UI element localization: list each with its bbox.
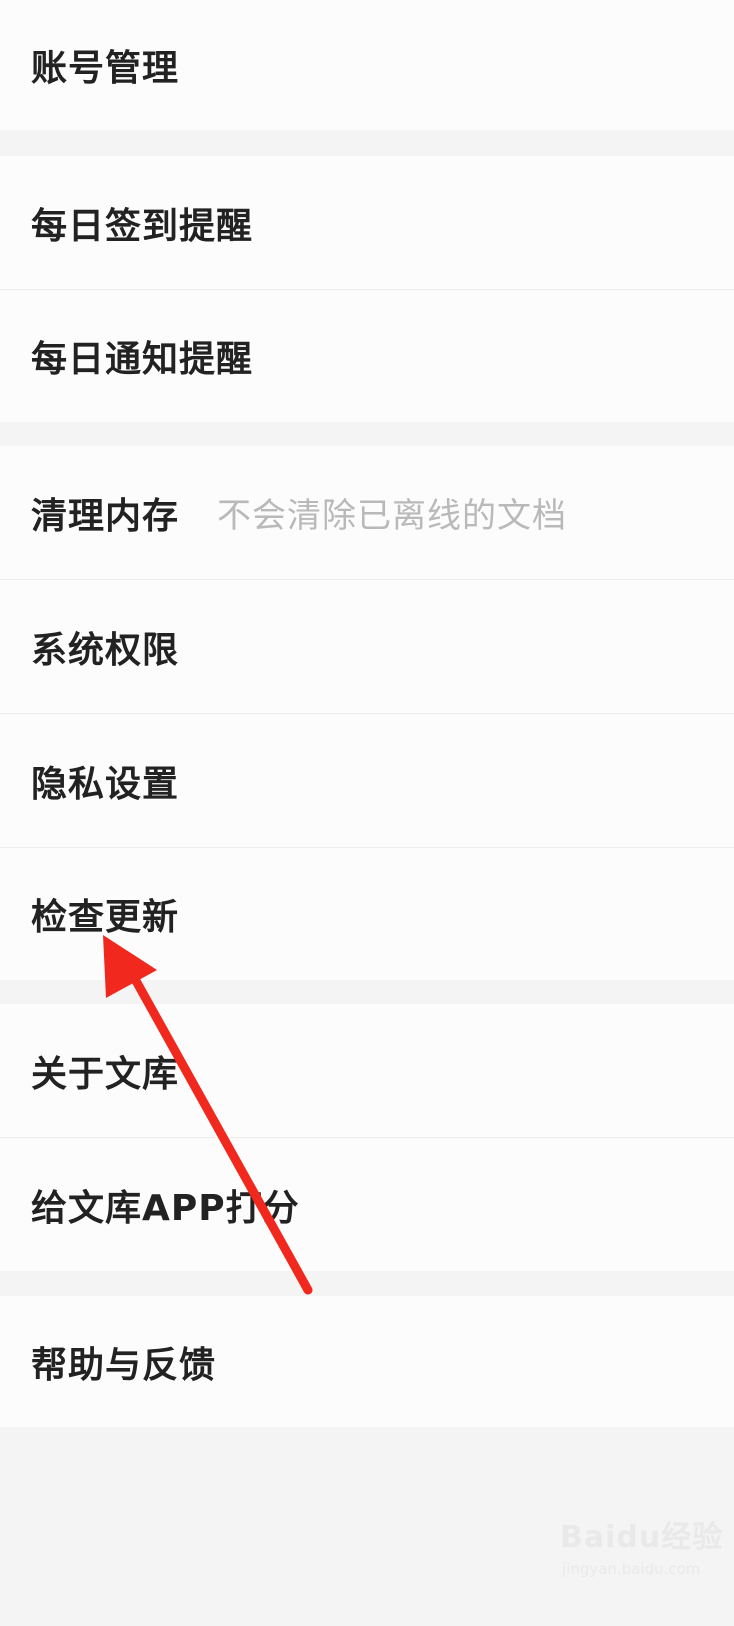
watermark-url: jingyan.baidu.com: [562, 1560, 701, 1578]
check-update-item[interactable]: 检查更新: [0, 848, 734, 980]
watermark-logo-text: Baidu经验: [560, 1520, 724, 1555]
daily-checkin-reminder-item[interactable]: 每日签到提醒: [0, 156, 734, 289]
system-permissions-item[interactable]: 系统权限: [0, 580, 734, 713]
clear-cache-hint: 不会清除已离线的文档: [217, 496, 568, 536]
rate-app-label: 给文库APP打分: [31, 1187, 300, 1229]
check-update-label: 检查更新: [31, 897, 180, 938]
clear-cache-label: 清理内存: [31, 495, 180, 537]
account-management-item[interactable]: 账号管理: [0, 0, 734, 130]
daily-notification-reminder-item[interactable]: 每日通知提醒: [0, 290, 734, 422]
baidu-jingyan-watermark: Baidu经验 jingyan.baidu.com: [560, 1500, 730, 1610]
about-wenku-item[interactable]: 关于文库: [0, 1004, 734, 1137]
privacy-settings-item[interactable]: 隐私设置: [0, 714, 734, 847]
about-wenku-label: 关于文库: [31, 1053, 180, 1095]
system-permissions-label: 系统权限: [31, 629, 180, 671]
help-feedback-label: 帮助与反馈: [31, 1344, 217, 1386]
account-management-label: 账号管理: [31, 48, 180, 89]
clear-cache-item[interactable]: 清理内存 不会清除已离线的文档: [0, 446, 734, 579]
rate-app-item[interactable]: 给文库APP打分: [0, 1138, 734, 1271]
help-feedback-item[interactable]: 帮助与反馈: [0, 1296, 734, 1427]
daily-notification-reminder-label: 每日通知提醒: [31, 339, 254, 380]
privacy-settings-label: 隐私设置: [31, 763, 180, 805]
daily-checkin-reminder-label: 每日签到提醒: [31, 205, 254, 247]
